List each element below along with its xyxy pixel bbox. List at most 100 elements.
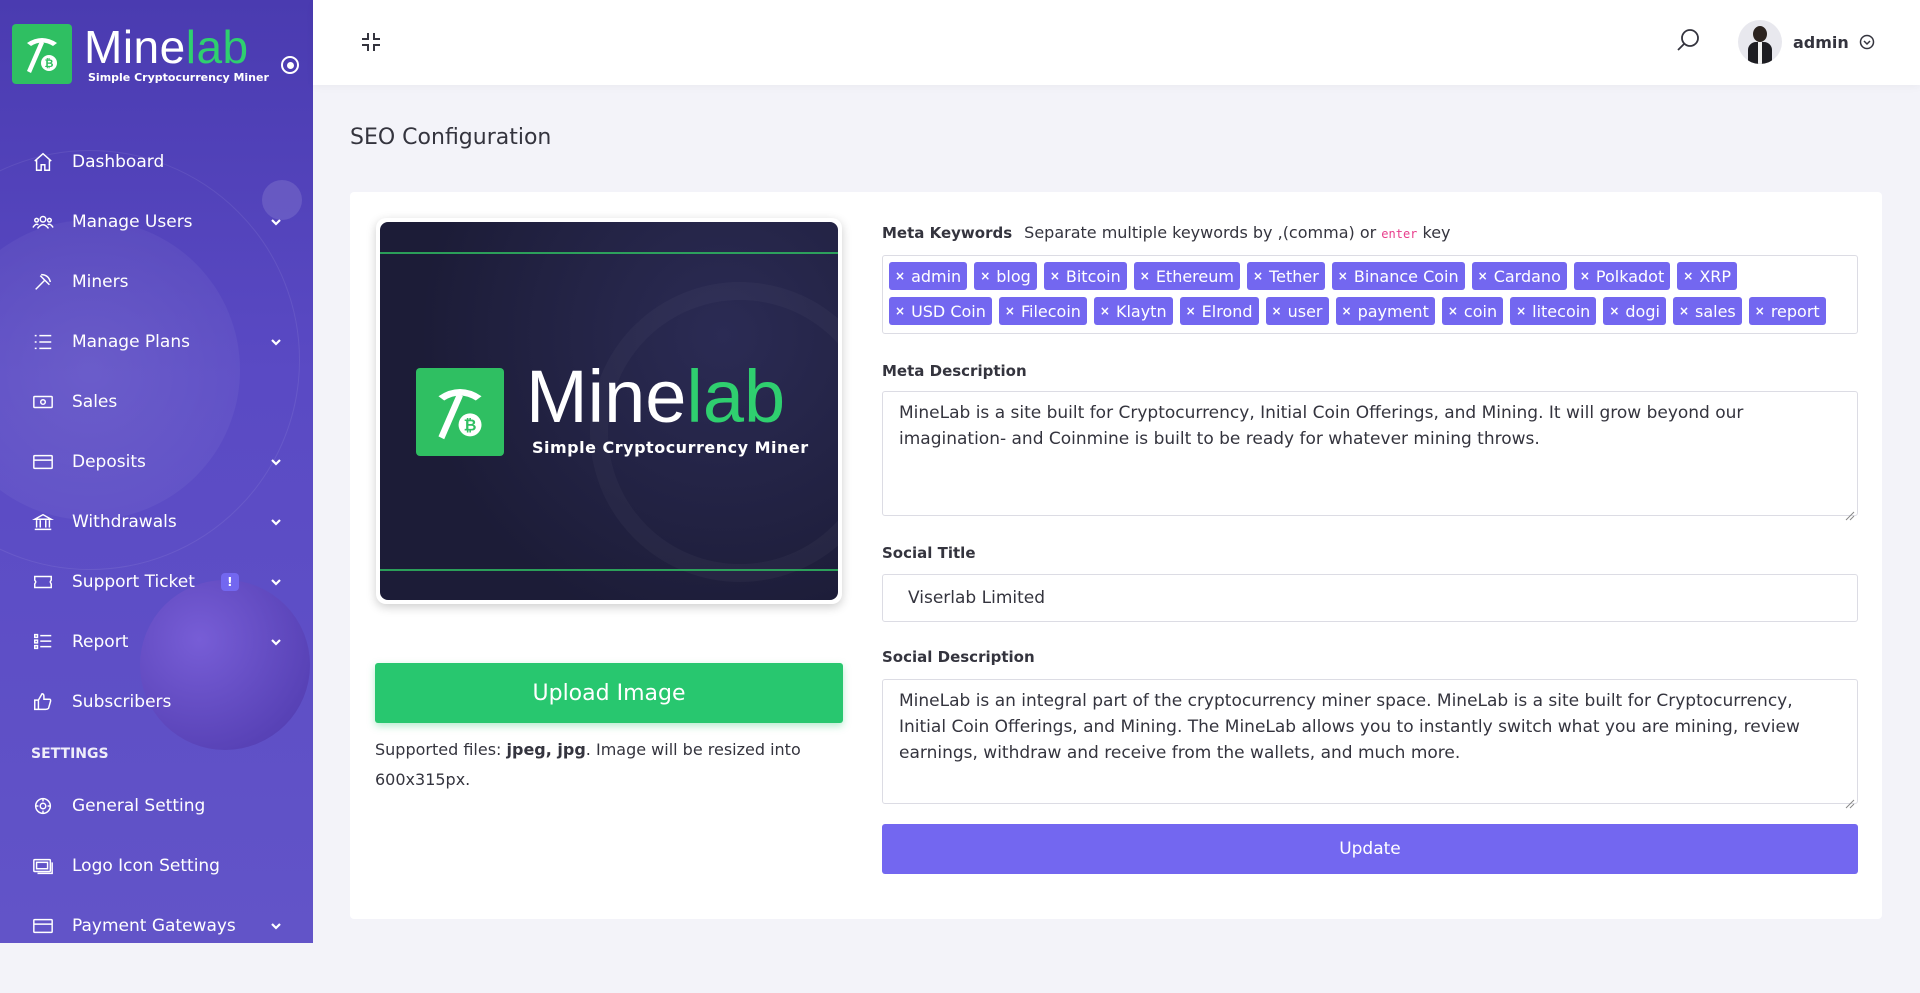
sidebar-item-manage-users[interactable]: Manage Users — [0, 192, 313, 252]
ticket-icon — [34, 575, 52, 589]
keyword-tag[interactable]: × user — [1265, 297, 1329, 325]
avatar — [1738, 20, 1782, 64]
social-description-label: Social Description — [882, 648, 1035, 666]
keyword-tag-label: Bitcoin — [1065, 266, 1121, 286]
keyword-tag[interactable]: × sales — [1672, 297, 1742, 325]
keyword-tag[interactable]: × dogi — [1603, 297, 1666, 325]
remove-tag-icon[interactable]: × — [1609, 304, 1619, 318]
sidebar-item-label: Manage Users — [72, 212, 193, 232]
sidebar-item-subscribers[interactable]: Subscribers — [0, 672, 313, 732]
remove-tag-icon[interactable]: × — [895, 269, 905, 283]
keyword-tag-label: litecoin — [1532, 301, 1591, 321]
sidebar-item-manage-plans[interactable]: Manage Plans — [0, 312, 313, 372]
keyword-tag[interactable]: × report — [1748, 297, 1826, 325]
sidebar-item-dashboard[interactable]: Dashboard — [0, 132, 313, 192]
remove-tag-icon[interactable]: × — [1186, 304, 1196, 318]
remove-tag-icon[interactable]: × — [1683, 269, 1693, 283]
keyword-tag[interactable]: × coin — [1441, 297, 1504, 325]
remove-tag-icon[interactable]: × — [1050, 269, 1060, 283]
remove-tag-icon[interactable]: × — [1448, 304, 1458, 318]
keyword-tag[interactable]: × USD Coin — [889, 297, 992, 325]
keyword-tag[interactable]: × Polkadot — [1573, 262, 1671, 290]
remove-tag-icon[interactable]: × — [1755, 304, 1765, 318]
settings-icon — [34, 797, 52, 815]
remove-tag-icon[interactable]: × — [1005, 304, 1015, 318]
search-button[interactable] — [1675, 27, 1701, 53]
remove-tag-icon[interactable]: × — [1679, 304, 1689, 318]
sidebar-item-label: Miners — [72, 272, 129, 292]
keyword-tag-label: USD Coin — [911, 301, 986, 321]
sidebar-item-logo-icon-setting[interactable]: Logo Icon Setting — [0, 836, 313, 896]
upload-image-button[interactable]: Upload Image — [375, 663, 843, 723]
social-description-textarea[interactable]: MineLab is an integral part of the crypt… — [882, 679, 1858, 809]
sidebar-item-support-ticket[interactable]: Support Ticket ! — [0, 552, 313, 612]
sidebar-item-report[interactable]: Report — [0, 612, 313, 672]
resize-handle-icon[interactable] — [1845, 791, 1855, 809]
sidebar-item-payment-gateways[interactable]: Payment Gateways — [0, 896, 313, 943]
card-icon — [33, 454, 53, 470]
remove-tag-icon[interactable]: × — [1516, 304, 1526, 318]
keyword-tag-label: user — [1287, 301, 1323, 321]
sidebar-item-label: Withdrawals — [72, 512, 177, 532]
sidebar-item-sales[interactable]: Sales — [0, 372, 313, 432]
user-menu[interactable]: admin — [1738, 20, 1875, 64]
sidebar-item-label: Subscribers — [72, 692, 172, 712]
remove-tag-icon[interactable]: × — [1140, 269, 1150, 283]
remove-tag-icon[interactable]: × — [1478, 269, 1488, 283]
update-button[interactable]: Update — [882, 824, 1858, 874]
sidebar-item-deposits[interactable]: Deposits — [0, 432, 313, 492]
keyword-tag[interactable]: × blog — [974, 262, 1037, 290]
search-icon — [1677, 29, 1699, 51]
hint-key: enter — [1381, 227, 1418, 241]
social-title-input[interactable]: Viserlab Limited — [882, 574, 1858, 622]
remove-tag-icon[interactable]: × — [1338, 269, 1348, 283]
money-icon — [33, 395, 53, 409]
keyword-tag[interactable]: × Filecoin — [998, 297, 1087, 325]
brand-name: Minelab — [84, 24, 269, 70]
hint-pre: Separate multiple keywords by — [1024, 223, 1278, 242]
resize-handle-icon[interactable] — [1845, 503, 1855, 521]
remove-tag-icon[interactable]: × — [1342, 304, 1352, 318]
meta-description-textarea[interactable]: MineLab is a site built for Cryptocurren… — [882, 391, 1858, 521]
remove-tag-icon[interactable]: × — [895, 304, 905, 318]
keyword-tag[interactable]: × Tether — [1246, 262, 1325, 290]
remove-tag-icon[interactable]: × — [1272, 304, 1282, 318]
keyword-tag[interactable]: × admin — [889, 262, 968, 290]
sidebar: ₿ Minelab Simple Cryptocurrency Miner Da… — [0, 0, 313, 943]
home-icon — [34, 152, 52, 171]
meta-keywords-input[interactable]: × admin × blog × Bitcoin × Ethereum × Tether × Bina… — [882, 255, 1858, 334]
preview-brand-name-accent: lab — [686, 355, 786, 438]
chevron-down-icon — [269, 574, 283, 588]
keyword-tag[interactable]: × payment — [1335, 297, 1435, 325]
sidebar-toggle-radio-icon[interactable] — [281, 56, 299, 74]
keyword-tag[interactable]: × Cardano — [1471, 262, 1567, 290]
sidebar-item-miners[interactable]: Miners — [0, 252, 313, 312]
keyword-tag[interactable]: × Klaytn — [1093, 297, 1173, 325]
sidebar-item-label: Payment Gateways — [72, 916, 236, 936]
keyword-tag-label: report — [1770, 301, 1820, 321]
sidebar-item-label: Report — [72, 632, 129, 652]
keyword-tag-label: Polkadot — [1595, 266, 1665, 286]
keyword-tag-label: payment — [1357, 301, 1429, 321]
brand-logo-link[interactable]: ₿ Minelab Simple Cryptocurrency Miner — [12, 24, 269, 84]
thumbs-up-icon — [34, 693, 52, 711]
chevron-down-icon — [269, 214, 283, 228]
keyword-tag-label: Elrond — [1201, 301, 1253, 321]
remove-tag-icon[interactable]: × — [980, 269, 990, 283]
keyword-tag-label: XRP — [1699, 266, 1732, 286]
remove-tag-icon[interactable]: × — [1100, 304, 1110, 318]
keyword-tag[interactable]: × Bitcoin — [1043, 262, 1127, 290]
keyword-tag-label: Binance Coin — [1353, 266, 1459, 286]
keyword-tag[interactable]: × Elrond — [1179, 297, 1259, 325]
keyword-tag-label: blog — [996, 266, 1031, 286]
chevron-down-circle-icon — [1859, 34, 1875, 50]
keyword-tag[interactable]: × Ethereum — [1133, 262, 1240, 290]
sidebar-item-withdrawals[interactable]: Withdrawals — [0, 492, 313, 552]
fullscreen-collapse-button[interactable] — [359, 30, 383, 54]
keyword-tag[interactable]: × Binance Coin — [1331, 262, 1465, 290]
remove-tag-icon[interactable]: × — [1253, 269, 1263, 283]
sidebar-item-general-setting[interactable]: General Setting — [0, 776, 313, 836]
keyword-tag[interactable]: × XRP — [1677, 262, 1738, 290]
remove-tag-icon[interactable]: × — [1580, 269, 1590, 283]
keyword-tag[interactable]: × litecoin — [1510, 297, 1597, 325]
